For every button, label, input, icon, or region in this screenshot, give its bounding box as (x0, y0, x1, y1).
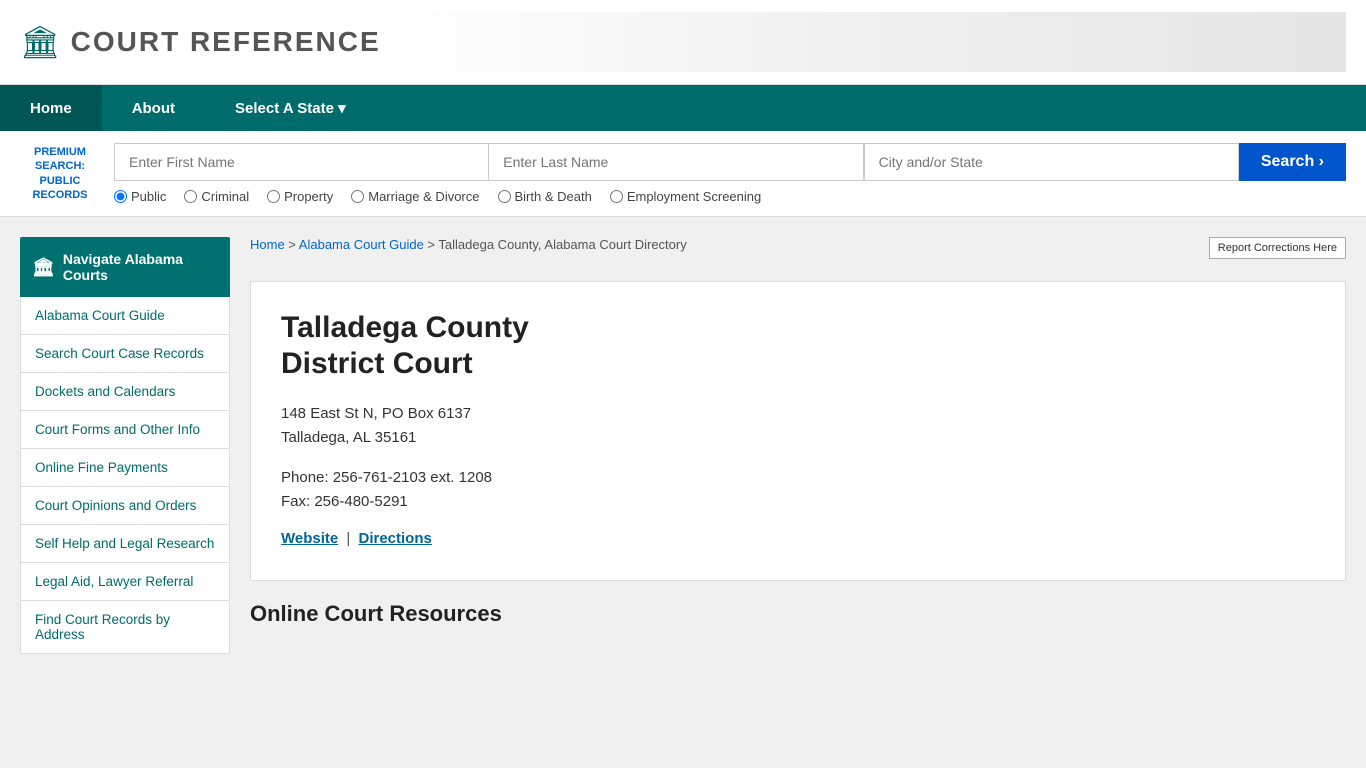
sidebar-item-find-court-records[interactable]: Find Court Records by Address (20, 601, 230, 654)
sidebar-link-find-court-records[interactable]: Find Court Records by Address (21, 601, 229, 653)
online-resources-title: Online Court Resources (250, 601, 1346, 627)
search-button[interactable]: Search › (1239, 143, 1346, 181)
sidebar-item-dockets-calendars[interactable]: Dockets and Calendars (20, 373, 230, 411)
court-contact: Phone: 256-761-2103 ext. 1208 Fax: 256-4… (281, 466, 1315, 514)
last-name-input[interactable] (488, 143, 863, 181)
sidebar-item-self-help[interactable]: Self Help and Legal Research (20, 525, 230, 563)
search-inputs: Search › Public Criminal Property Marria… (114, 143, 1346, 204)
breadcrumb: Home > Alabama Court Guide > Talladega C… (250, 237, 1346, 267)
sidebar-link-court-forms[interactable]: Court Forms and Other Info (21, 411, 229, 448)
nav-select-state[interactable]: Select A State ▾ (205, 85, 376, 131)
sidebar-courthouse-icon: 🏛 (32, 257, 55, 278)
city-input[interactable] (864, 143, 1239, 181)
radio-employment-label: Employment Screening (627, 189, 761, 204)
sidebar-item-alabama-court-guide[interactable]: Alabama Court Guide (20, 297, 230, 335)
radio-marriage-divorce[interactable]: Marriage & Divorce (351, 189, 479, 204)
court-address: 148 East St N, PO Box 6137 Talladega, AL… (281, 402, 1315, 450)
sidebar: 🏛 Navigate Alabama Courts Alabama Court … (20, 237, 230, 654)
court-card: Talladega County District Court 148 East… (250, 281, 1346, 581)
header-decoration (381, 12, 1346, 72)
radio-property-label: Property (284, 189, 333, 204)
sidebar-link-dockets-calendars[interactable]: Dockets and Calendars (21, 373, 229, 410)
radio-birth-death[interactable]: Birth & Death (498, 189, 592, 204)
site-title: COURT REFERENCE (71, 26, 381, 58)
sidebar-item-search-court-case-records[interactable]: Search Court Case Records (20, 335, 230, 373)
link-separator: | (346, 530, 350, 547)
logo-area: 🏛 COURT REFERENCE (20, 23, 381, 61)
first-name-input[interactable] (114, 143, 488, 181)
sidebar-item-court-forms[interactable]: Court Forms and Other Info (20, 411, 230, 449)
breadcrumb-guide[interactable]: Alabama Court Guide (299, 237, 424, 252)
search-inputs-row: Search › (114, 143, 1346, 181)
sidebar-item-online-fine-payments[interactable]: Online Fine Payments (20, 449, 230, 487)
courthouse-icon: 🏛 (20, 23, 61, 61)
radio-marriage-divorce-label: Marriage & Divorce (368, 189, 479, 204)
sidebar-link-alabama-court-guide[interactable]: Alabama Court Guide (21, 297, 229, 334)
nav-home[interactable]: Home (0, 85, 102, 131)
directions-link[interactable]: Directions (359, 530, 432, 547)
sidebar-header-label: Navigate Alabama Courts (63, 251, 218, 283)
nav-about[interactable]: About (102, 85, 205, 131)
sidebar-item-legal-aid[interactable]: Legal Aid, Lawyer Referral (20, 563, 230, 601)
sidebar-link-self-help[interactable]: Self Help and Legal Research (21, 525, 229, 562)
breadcrumb-current: Talladega County, Alabama Court Director… (438, 237, 686, 252)
radio-criminal[interactable]: Criminal (184, 189, 249, 204)
website-link[interactable]: Website (281, 530, 338, 547)
court-links: Website | Directions (281, 530, 1315, 547)
premium-label: PREMIUM SEARCH: PUBLIC RECORDS (20, 145, 100, 202)
radio-employment-screening[interactable]: Employment Screening (610, 189, 761, 204)
sidebar-link-search-court-case-records[interactable]: Search Court Case Records (21, 335, 229, 372)
sidebar-link-online-fine-payments[interactable]: Online Fine Payments (21, 449, 229, 486)
radio-criminal-label: Criminal (201, 189, 249, 204)
breadcrumb-home[interactable]: Home (250, 237, 285, 252)
radio-birth-death-label: Birth & Death (515, 189, 592, 204)
sidebar-link-legal-aid[interactable]: Legal Aid, Lawyer Referral (21, 563, 229, 600)
sidebar-item-court-opinions[interactable]: Court Opinions and Orders (20, 487, 230, 525)
radio-property[interactable]: Property (267, 189, 333, 204)
radio-options-row: Public Criminal Property Marriage & Divo… (114, 189, 1346, 204)
sidebar-link-court-opinions[interactable]: Court Opinions and Orders (21, 487, 229, 524)
search-bar: PREMIUM SEARCH: PUBLIC RECORDS Search › … (0, 131, 1366, 217)
sidebar-header: 🏛 Navigate Alabama Courts (20, 237, 230, 297)
radio-public[interactable]: Public (114, 189, 166, 204)
radio-public-label: Public (131, 189, 166, 204)
main-container: 🏛 Navigate Alabama Courts Alabama Court … (0, 217, 1366, 674)
corrections-button[interactable]: Report Corrections Here (1209, 237, 1346, 259)
main-nav: Home About Select A State ▾ (0, 85, 1366, 131)
page-header: 🏛 COURT REFERENCE (0, 0, 1366, 85)
page-content: Home > Alabama Court Guide > Talladega C… (250, 237, 1346, 654)
court-name: Talladega County District Court (281, 310, 1315, 382)
online-resources-section: Online Court Resources (250, 601, 1346, 627)
